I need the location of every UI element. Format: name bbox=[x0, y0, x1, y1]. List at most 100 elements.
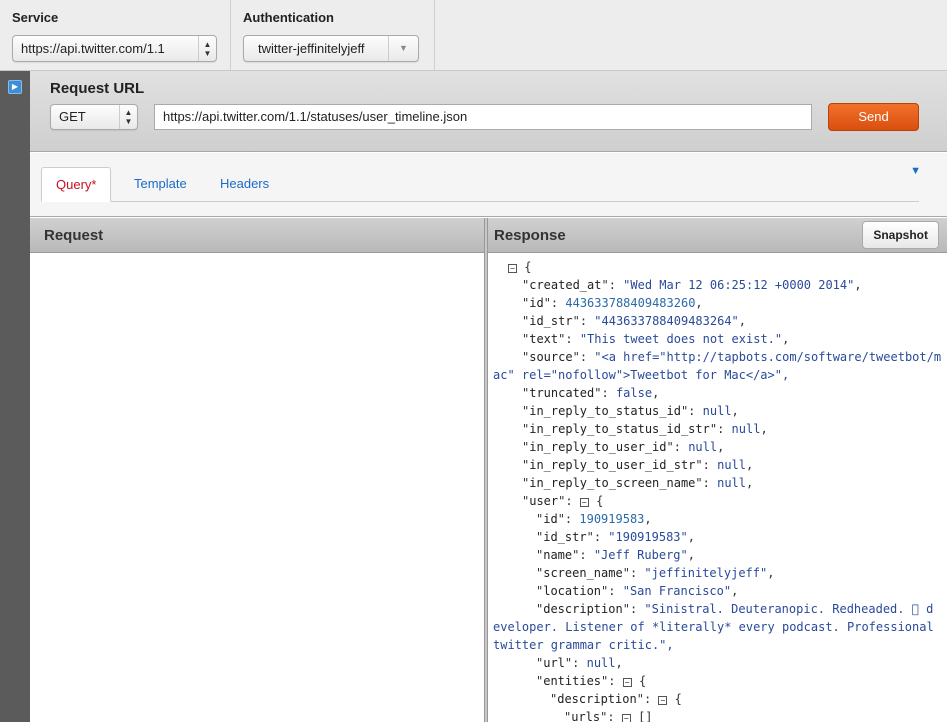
json-line: "in_reply_to_screen_name": null, bbox=[522, 476, 754, 490]
json-line: ac" rel="nofollow">Tweetbot for Mac</a>"… bbox=[493, 366, 933, 384]
json-line: "id": 190919583, bbox=[536, 512, 652, 526]
request-pane-header: Request bbox=[30, 218, 484, 253]
top-toolbar: Service https://api.twitter.com/1.1 ▲ ▼ A… bbox=[0, 0, 947, 71]
json-line: "description": "Sinistral. Deuteranopic.… bbox=[536, 602, 934, 616]
json-line: "entities": − { bbox=[536, 674, 647, 688]
json-value: "This tweet does not exist." bbox=[579, 332, 783, 346]
collapse-node-icon[interactable]: − bbox=[508, 264, 517, 273]
tab-headers-label: Headers bbox=[220, 176, 270, 191]
request-url-title: Request URL bbox=[50, 80, 145, 97]
tab-template-label: Template bbox=[134, 176, 187, 191]
pane-splitter[interactable] bbox=[484, 218, 488, 722]
chevron-down-icon: ▼ bbox=[388, 36, 418, 61]
unsaved-marker: * bbox=[91, 177, 97, 192]
json-line: "in_reply_to_status_id": null, bbox=[522, 404, 739, 418]
json-key: id bbox=[529, 296, 544, 310]
json-value: null bbox=[702, 404, 732, 418]
json-line: "id": 443633788409483260, bbox=[522, 296, 703, 310]
json-key: urls bbox=[571, 710, 601, 722]
updown-arrows-icon: ▲ ▼ bbox=[119, 105, 137, 129]
json-line: − { bbox=[493, 258, 933, 276]
json-key: id bbox=[543, 512, 558, 526]
authentication-section: Authentication twitter-jeffinitelyjeff ▼ bbox=[231, 0, 435, 70]
json-raw: eveloper. Listener of *literally* every … bbox=[493, 620, 934, 634]
json-raw: ac" rel="nofollow">Tweetbot for Mac</a>"… bbox=[493, 368, 790, 382]
authentication-select[interactable]: twitter-jeffinitelyjeff ▼ bbox=[243, 35, 419, 62]
json-line: "source": "<a href="http://tapbots.com/s… bbox=[522, 350, 942, 364]
json-key: description bbox=[557, 692, 637, 706]
json-value: "Sinistral. Deuteranopic. Redheaded.  d bbox=[644, 602, 934, 616]
json-value: null bbox=[586, 656, 616, 670]
json-line: "location": "San Francisco", bbox=[536, 584, 739, 598]
json-value: { bbox=[638, 674, 647, 688]
send-button[interactable]: Send bbox=[828, 103, 919, 131]
json-value: null bbox=[731, 422, 761, 436]
response-pane-title: Response bbox=[494, 227, 566, 244]
json-line: "id_str": "443633788409483264", bbox=[522, 314, 747, 328]
json-line: eveloper. Listener of *literally* every … bbox=[493, 618, 934, 636]
service-value: https://api.twitter.com/1.1 bbox=[21, 41, 165, 56]
snapshot-button[interactable]: Snapshot bbox=[862, 221, 939, 249]
json-key: in_reply_to_screen_name bbox=[529, 476, 696, 490]
json-value: 443633788409483260 bbox=[565, 296, 696, 310]
json-key: created_at bbox=[529, 278, 602, 292]
json-line: twitter grammar critic.", bbox=[493, 636, 933, 654]
service-section: Service https://api.twitter.com/1.1 ▲ ▼ bbox=[0, 0, 231, 70]
response-json-view: − {"created_at": "Wed Mar 12 06:25:12 +0… bbox=[493, 258, 942, 722]
tab-query[interactable]: Query* bbox=[41, 167, 112, 202]
service-label: Service bbox=[12, 10, 59, 25]
json-key: name bbox=[543, 548, 573, 562]
collapse-node-icon[interactable]: − bbox=[621, 714, 631, 722]
json-text: { bbox=[524, 260, 532, 274]
json-line: "urls": − [] bbox=[564, 710, 653, 722]
method-value: GET bbox=[59, 109, 86, 124]
request-pane-title: Request bbox=[44, 227, 104, 244]
json-key: in_reply_to_status_id_str bbox=[529, 422, 710, 436]
json-value: [] bbox=[638, 710, 653, 722]
json-line: "description": − { bbox=[550, 692, 682, 706]
json-key: source bbox=[529, 350, 573, 364]
json-key: url bbox=[543, 656, 565, 670]
json-value: "Wed Mar 12 06:25:12 +0000 2014" bbox=[623, 278, 855, 292]
json-line: "in_reply_to_user_id_str": null, bbox=[522, 458, 754, 472]
json-key: location bbox=[543, 584, 602, 598]
authentication-value: twitter-jeffinitelyjeff bbox=[258, 41, 365, 56]
response-pane-header: Response Snapshot bbox=[488, 218, 947, 253]
collapse-node-icon[interactable]: − bbox=[579, 498, 589, 507]
collapse-node-icon[interactable]: − bbox=[658, 696, 668, 705]
json-key: entities bbox=[543, 674, 602, 688]
json-key: description bbox=[543, 602, 623, 616]
json-key: user bbox=[529, 494, 559, 508]
tab-headers[interactable]: Headers bbox=[206, 167, 283, 202]
json-value: 190919583 bbox=[579, 512, 645, 526]
json-line: "in_reply_to_user_id": null, bbox=[522, 440, 725, 454]
json-key: screen_name bbox=[543, 566, 623, 580]
json-line: "url": null, bbox=[536, 656, 623, 670]
service-select[interactable]: https://api.twitter.com/1.1 ▲ ▼ bbox=[12, 35, 217, 62]
collapse-triangle-icon[interactable]: ▼ bbox=[910, 165, 921, 177]
tab-bar: Query* Template Headers ▼ bbox=[30, 153, 947, 217]
json-value: "jeffinitelyjeff" bbox=[644, 566, 768, 580]
json-line: "name": "Jeff Ruberg", bbox=[536, 548, 695, 562]
updown-arrows-icon: ▲ ▼ bbox=[198, 36, 216, 61]
json-value: { bbox=[674, 692, 682, 706]
json-key: truncated bbox=[529, 386, 595, 400]
json-value: "San Francisco" bbox=[622, 584, 732, 598]
method-select[interactable]: GET ▲ ▼ bbox=[50, 104, 138, 130]
url-value: https://api.twitter.com/1.1/statuses/use… bbox=[163, 109, 468, 124]
json-raw: twitter grammar critic.", bbox=[493, 638, 674, 652]
collapse-node-icon[interactable]: − bbox=[622, 678, 632, 687]
json-line: "screen_name": "jeffinitelyjeff", bbox=[536, 566, 775, 580]
json-value: { bbox=[596, 494, 604, 508]
json-line: "in_reply_to_status_id_str": null, bbox=[522, 422, 768, 436]
json-line: "truncated": false, bbox=[522, 386, 660, 400]
json-value: null bbox=[717, 476, 746, 490]
request-url-panel: Request URL GET ▲ ▼ https://api.twitter.c… bbox=[30, 71, 947, 152]
json-line: "user": − { bbox=[522, 494, 604, 508]
json-value: null bbox=[717, 458, 746, 472]
tab-query-label: Query bbox=[56, 177, 92, 192]
expand-sidebar-icon[interactable]: ▶ bbox=[8, 80, 22, 94]
url-input[interactable]: https://api.twitter.com/1.1/statuses/use… bbox=[154, 104, 812, 130]
tab-template[interactable]: Template bbox=[120, 167, 201, 202]
json-line: "text": "This tweet does not exist.", bbox=[522, 332, 790, 346]
